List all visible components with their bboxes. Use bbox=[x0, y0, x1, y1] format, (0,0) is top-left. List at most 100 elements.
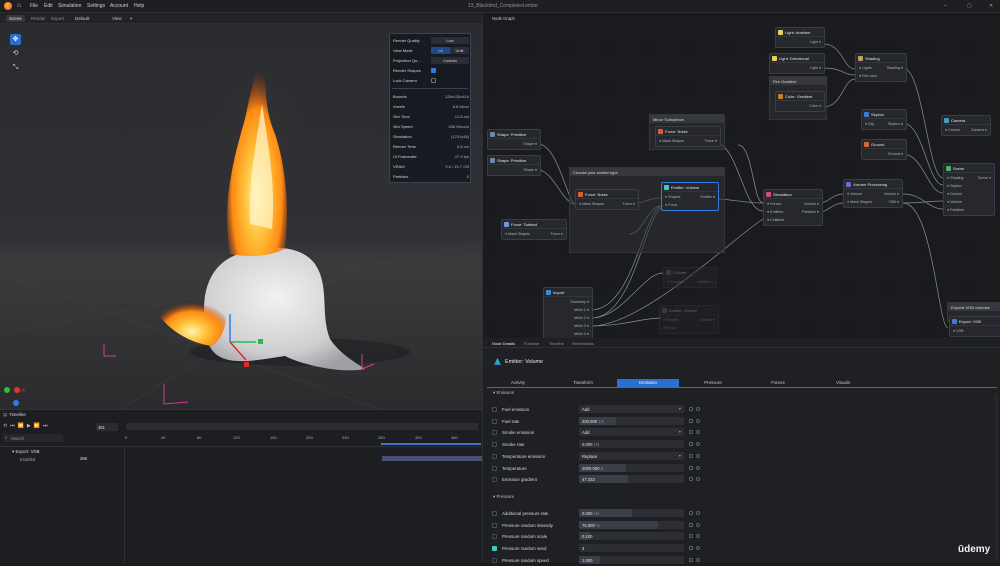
graph-node[interactable]: Ground Ground ● bbox=[861, 139, 907, 160]
keyframe-checkbox[interactable] bbox=[492, 557, 497, 563]
keyframe-checkbox[interactable] bbox=[492, 534, 497, 540]
node-input-port[interactable]: ● Mask Shapes bbox=[579, 202, 604, 206]
timeline-ruler[interactable]: 0 40 80 120 160 200 240 280 320 360 bbox=[125, 435, 481, 443]
link-icon[interactable] bbox=[696, 407, 700, 411]
menu-settings[interactable]: Settings bbox=[87, 3, 105, 9]
node-output-port[interactable]: Particles ● bbox=[802, 210, 819, 214]
link-icon[interactable] bbox=[696, 418, 700, 423]
track-enabled[interactable]: Enabled bbox=[20, 457, 35, 462]
menu-edit[interactable]: Edit bbox=[44, 3, 53, 9]
node-output-port[interactable]: Skybox ● bbox=[888, 122, 903, 126]
property-slider[interactable]: 200.000 1/s bbox=[579, 416, 684, 425]
node-output-port[interactable]: Light ● bbox=[810, 66, 821, 70]
tab-renderstats[interactable]: Renderstats bbox=[572, 341, 594, 346]
reset-icon[interactable] bbox=[689, 557, 693, 562]
property-slider[interactable]: 3 bbox=[579, 544, 684, 552]
timeline-search-input[interactable]: Search bbox=[3, 434, 63, 442]
node-output-port[interactable]: Force ● bbox=[623, 202, 635, 206]
node-output-port[interactable]: VDB ● bbox=[888, 200, 899, 204]
node-output-port[interactable]: Shape ● bbox=[523, 142, 537, 146]
viewport-3d[interactable]: -X ✥ ⟲ ⤡ Render Quality Low View Mode Li… bbox=[0, 24, 482, 409]
node-input-port[interactable]: ● Ground bbox=[947, 192, 962, 196]
node-input-port[interactable]: ● Shading bbox=[947, 176, 963, 180]
graph-node[interactable]: Emitter: Volume ● Shapes ● Force Emitter ● bbox=[661, 182, 719, 211]
subtab-transform[interactable]: Transform bbox=[552, 379, 614, 387]
node-input-port[interactable]: ● Force bbox=[663, 326, 675, 330]
reset-icon[interactable] bbox=[689, 510, 693, 515]
node-input-port[interactable]: ● Sky bbox=[865, 122, 874, 126]
node-input-port[interactable]: ● Force bbox=[665, 203, 677, 207]
section-header[interactable]: ▾ Pressure bbox=[493, 494, 514, 500]
node-output-port[interactable]: Mesh 1 ● bbox=[574, 308, 589, 312]
close-icon[interactable]: ✕ bbox=[989, 3, 993, 9]
link-icon[interactable] bbox=[696, 546, 700, 550]
tab-scene[interactable]: Scene bbox=[6, 15, 25, 22]
property-dropdown[interactable]: Replace ▾ bbox=[579, 451, 684, 460]
graph-node[interactable]: Light: Ambient Light ● bbox=[775, 27, 825, 48]
node-input-port[interactable]: ● Skybox bbox=[947, 184, 962, 188]
subtab-visuals[interactable]: Visuals bbox=[812, 379, 874, 387]
property-dropdown[interactable]: Add ▾ bbox=[579, 405, 684, 413]
reset-icon[interactable] bbox=[689, 430, 693, 435]
node-input-port[interactable]: ● Shapes bbox=[665, 195, 680, 199]
graph-node[interactable]: Color: Gradient Color ● bbox=[775, 91, 825, 112]
keyframe-checkbox[interactable] bbox=[492, 418, 497, 424]
node-output-port[interactable]: Emitter ● bbox=[700, 318, 715, 322]
graph-node[interactable]: Volume Processing ● Volume ● Mask Shapes Vo… bbox=[843, 179, 903, 208]
node-output-port[interactable]: Emitter ● bbox=[700, 195, 715, 199]
move-tool-icon[interactable]: ✥ bbox=[10, 34, 21, 45]
link-icon[interactable] bbox=[696, 534, 700, 539]
graph-node[interactable]: Emitter: Volume ● Shapes ● Force Emitter ● bbox=[659, 305, 719, 334]
node-output-port[interactable]: Ground ● bbox=[888, 152, 903, 156]
view-mode-lit-button[interactable]: Lit bbox=[431, 47, 450, 54]
node-output-port[interactable]: Volume ● bbox=[804, 202, 819, 206]
subtab-forces[interactable]: Forces bbox=[747, 379, 809, 387]
projection-dropdown[interactable]: Custom bbox=[431, 57, 469, 64]
node-output-port[interactable]: Force ● bbox=[705, 139, 717, 143]
maximize-icon[interactable]: ▢ bbox=[967, 3, 972, 9]
tab-export[interactable]: Export bbox=[48, 15, 67, 22]
link-icon[interactable] bbox=[696, 510, 700, 515]
graph-node[interactable]: Shape: Primitive Shape ● bbox=[487, 129, 541, 150]
link-icon[interactable] bbox=[696, 442, 700, 447]
graph-node[interactable]: Force: Noise ● Mask Shapes Force ● bbox=[575, 189, 639, 210]
link-icon[interactable] bbox=[696, 453, 700, 458]
node-output-port[interactable]: Force ● bbox=[551, 232, 563, 236]
keyframe-checkbox[interactable] bbox=[492, 442, 497, 448]
graph-node[interactable]: Export: VDB ● VDB bbox=[949, 316, 1000, 337]
reset-icon[interactable] bbox=[689, 442, 693, 447]
node-input-port[interactable]: ● Mask Shapes bbox=[847, 200, 872, 204]
tab-timeline[interactable]: Timeline bbox=[549, 341, 564, 346]
node-graph-panel[interactable]: Node Graph Fire Gradient Minor Turbulenc… bbox=[482, 13, 1000, 340]
home-icon[interactable]: ⌂ bbox=[17, 2, 21, 10]
graph-node[interactable]: Simulation ● Forces ● Emitters ● Colliders V… bbox=[763, 189, 823, 226]
render-shapes-checkbox[interactable] bbox=[431, 68, 436, 73]
details-scrollbar[interactable] bbox=[995, 394, 998, 559]
reset-icon[interactable] bbox=[689, 453, 693, 458]
node-input-port[interactable]: ● Volume bbox=[847, 192, 862, 196]
keyframe-checkbox[interactable] bbox=[492, 546, 497, 551]
view-mode-unlit-button[interactable]: Unlit bbox=[450, 47, 469, 54]
scale-tool-icon[interactable]: ⤡ bbox=[10, 62, 21, 73]
graph-node[interactable]: Camera ● Control Camera ● bbox=[941, 115, 991, 136]
node-input-port[interactable]: ● Colliders bbox=[767, 218, 784, 222]
axis-y-dot[interactable] bbox=[4, 387, 10, 393]
lock-camera-checkbox[interactable] bbox=[431, 78, 436, 83]
reset-icon[interactable] bbox=[689, 465, 693, 470]
graph-node[interactable]: Light: Directional Light ● bbox=[769, 53, 825, 74]
rotate-tool-icon[interactable]: ⟲ bbox=[10, 48, 21, 59]
node-output-port[interactable]: Shape ● bbox=[523, 168, 537, 172]
property-dropdown[interactable]: Add ▾ bbox=[579, 428, 684, 437]
reset-icon[interactable] bbox=[689, 522, 693, 527]
link-icon[interactable] bbox=[696, 477, 700, 482]
tab-render[interactable]: Render bbox=[28, 15, 49, 22]
node-output-port[interactable]: Scene ● bbox=[978, 176, 991, 180]
reset-icon[interactable] bbox=[689, 534, 693, 539]
keyframe-checkbox[interactable] bbox=[492, 510, 497, 516]
menu-simulation[interactable]: Simulation bbox=[58, 3, 81, 9]
node-input-port[interactable]: ● Control bbox=[945, 128, 960, 132]
reset-icon[interactable] bbox=[689, 477, 693, 482]
subtab-emission[interactable]: Emission bbox=[617, 379, 679, 387]
reset-icon[interactable] bbox=[689, 407, 693, 411]
reset-icon[interactable] bbox=[689, 418, 693, 423]
